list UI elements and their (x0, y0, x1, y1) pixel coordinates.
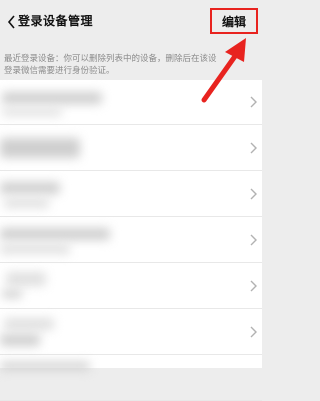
list-item[interactable] (0, 126, 262, 171)
chevron-right-icon (250, 188, 257, 200)
list-item[interactable] (0, 172, 262, 217)
chevron-left-icon (7, 15, 15, 29)
description-line-1: 最近登录设备：你可以删除列表中的设备，删除后在该设 (4, 54, 217, 64)
chevron-right-icon (250, 96, 257, 108)
description-text: 最近登录设备：你可以删除列表中的设备，删除后在该设 登录微信需要进行身份验证。 (4, 53, 262, 77)
navigation-bar: 登录设备管理 编辑 (0, 0, 262, 44)
list-item[interactable] (0, 80, 262, 125)
chevron-right-icon (250, 326, 257, 338)
list-item[interactable] (0, 264, 262, 309)
description-line-2: 登录微信需要进行身份验证。 (4, 66, 115, 76)
device-list (0, 80, 262, 401)
chevron-right-icon (250, 142, 257, 154)
chevron-right-icon (250, 280, 257, 292)
page-title: 登录设备管理 (18, 14, 94, 28)
list-item[interactable] (0, 218, 262, 263)
list-item[interactable] (0, 356, 262, 401)
edit-button[interactable]: 编辑 (210, 8, 258, 34)
list-item[interactable] (0, 310, 262, 355)
chevron-right-icon (250, 234, 257, 246)
